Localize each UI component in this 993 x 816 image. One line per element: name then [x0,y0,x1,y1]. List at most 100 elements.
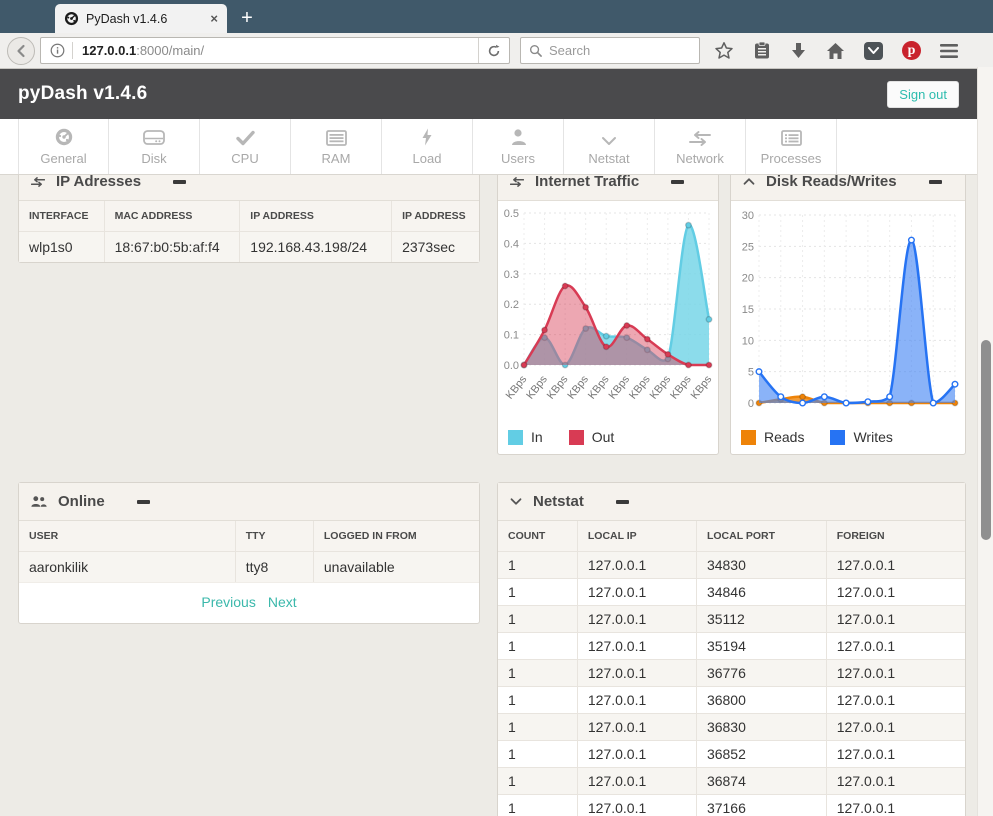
nav-item-general[interactable]: General [18,119,109,174]
sign-out-button[interactable]: Sign out [887,81,959,108]
legend-swatch [508,430,523,445]
legend-item: Writes [830,429,892,445]
bookmarks-menu-icon[interactable] [753,41,771,60]
nav-item-load[interactable]: Load [382,119,473,174]
table-row: 1127.0.0.135194127.0.0.1 [498,633,965,660]
browser-tab-bar: PyDash v1.4.6 × + [0,0,993,33]
table-cell: 127.0.0.1 [577,687,696,714]
url-host: 127.0.0.1 [82,43,136,58]
nav-item-cpu[interactable]: CPU [200,119,291,174]
users-group-icon [31,495,47,508]
column-header: COUNT [498,521,577,552]
table-cell: 36874 [696,768,826,795]
table-cell: 34846 [696,579,826,606]
table-cell: 37166 [696,795,826,816]
reload-icon[interactable] [478,38,509,63]
table-cell: 127.0.0.1 [577,714,696,741]
url-bar[interactable]: 127.0.0.1:8000/main/ [40,37,510,64]
back-button[interactable] [7,37,35,65]
table-cell: 127.0.0.1 [577,741,696,768]
collapse-panel-button[interactable] [616,500,629,504]
table-cell: 127.0.0.1 [826,606,965,633]
collapse-panel-button[interactable] [137,500,150,504]
svg-text:KBps: KBps [648,373,674,401]
pinterest-icon[interactable]: p [902,41,921,60]
nav-item-network[interactable]: Network [655,119,746,174]
tab-close-icon[interactable]: × [210,11,218,26]
nav-item-netstat[interactable]: Netstat [564,119,655,174]
svg-text:KBps: KBps [689,373,714,401]
column-header: LOCAL IP [577,521,696,552]
collapse-panel-button[interactable] [671,180,684,184]
table-row: 1127.0.0.136800127.0.0.1 [498,687,965,714]
traffic-legend: InOut [498,424,718,454]
disk-legend: ReadsWrites [731,424,965,454]
table-row: 1127.0.0.136852127.0.0.1 [498,741,965,768]
disk-reads-writes-panel: Disk Reads/Writes 051015202530 ReadsWrit… [730,175,966,455]
table-cell: 192.168.43.198/24 [240,232,392,263]
legend-label: Writes [853,429,892,445]
table-cell: 1 [498,606,577,633]
nav-item-users[interactable]: Users [473,119,564,174]
nav-item-ram[interactable]: RAM [291,119,382,174]
table-cell: 35112 [696,606,826,633]
gauge-icon [54,128,74,146]
url-divider [72,42,73,59]
search-input[interactable]: Search [520,37,700,64]
list-alt-icon [781,128,802,146]
next-link[interactable]: Next [268,594,297,610]
bookmark-star-icon[interactable] [714,41,734,61]
svg-text:0.5: 0.5 [504,208,519,220]
page-scrollbar[interactable] [977,67,993,816]
column-header: FOREIGN [826,521,965,552]
svg-text:5: 5 [748,367,754,379]
table-row: 1127.0.0.136776127.0.0.1 [498,660,965,687]
table-cell: aaronkilik [19,552,235,583]
previous-link[interactable]: Previous [201,594,255,610]
netstat-table: COUNTLOCAL IPLOCAL PORTFOREIGN1127.0.0.1… [498,521,965,816]
ip-addresses-panel: IP Adresses INTERFACEMAC ADDRESSIP ADDRE… [18,175,480,263]
search-icon [529,44,542,57]
site-info-icon[interactable] [41,43,72,58]
svg-text:0.0: 0.0 [504,360,519,372]
nav-item-disk[interactable]: Disk [109,119,200,174]
ip-addresses-table: INTERFACEMAC ADDRESSIP ADDRESSIP ADDRESS… [19,201,479,262]
menu-icon[interactable] [940,44,958,58]
downloads-icon[interactable] [790,42,807,60]
svg-text:KBps: KBps [524,373,550,401]
table-cell: 2373sec [392,232,479,263]
column-header: MAC ADDRESS [104,201,240,232]
table-cell: 127.0.0.1 [826,660,965,687]
pocket-icon[interactable] [864,42,883,60]
chevron-up-icon [743,177,755,186]
svg-text:30: 30 [742,210,754,222]
collapse-panel-button[interactable] [173,180,186,184]
table-header-row: INTERFACEMAC ADDRESSIP ADDRESSIP ADDRESS [19,201,479,232]
table-cell: 36852 [696,741,826,768]
scrollbar-thumb[interactable] [981,340,991,540]
app-header: pyDash v1.4.6 Sign out [0,69,977,119]
column-header: IP ADDRESS [392,201,479,232]
svg-text:0.3: 0.3 [504,269,519,281]
legend-item: Out [569,429,615,445]
table-cell: 36800 [696,687,826,714]
browser-tab[interactable]: PyDash v1.4.6 × [55,4,227,33]
home-icon[interactable] [826,42,845,60]
nav-item-processes[interactable]: Processes [746,119,837,174]
nav-label: Processes [761,151,822,166]
table-cell: 1 [498,660,577,687]
dashboard-content: IP Adresses INTERFACEMAC ADDRESSIP ADDRE… [0,175,977,816]
nav-label: RAM [322,151,351,166]
table-cell: 127.0.0.1 [826,714,965,741]
table-cell: 127.0.0.1 [577,552,696,579]
new-tab-button[interactable]: + [227,4,267,33]
collapse-panel-button[interactable] [929,180,942,184]
chevron-down-icon [601,128,617,146]
table-cell: 35194 [696,633,826,660]
table-cell: 34830 [696,552,826,579]
table-cell: 1 [498,579,577,606]
nav-label: Network [676,151,724,166]
table-cell: 127.0.0.1 [577,606,696,633]
svg-text:KBps: KBps [504,373,530,401]
search-placeholder: Search [549,43,590,58]
